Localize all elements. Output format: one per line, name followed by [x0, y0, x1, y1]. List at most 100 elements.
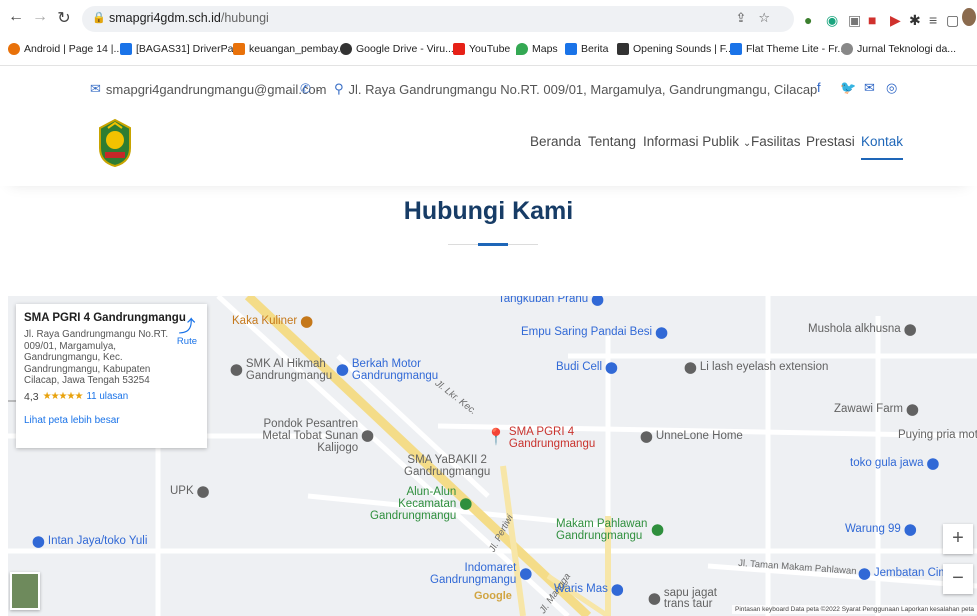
share-icon[interactable]: ⇪☆ [735, 10, 782, 26]
bookmark-favicon-icon [340, 43, 352, 55]
map-pin-icon: ⬤ [684, 362, 697, 374]
map-poi[interactable]: Pondok Pesantren Metal Tobat Sunan Kalij… [236, 418, 374, 454]
map-poi[interactable]: Puying pria motor [898, 429, 977, 441]
address-contact: ⚲ Jl. Raya Gandrungmangu No.RT. 009/01, M… [334, 81, 818, 97]
bookmark-item[interactable]: Jurnal Teknologi da... [841, 43, 956, 55]
reviews-link[interactable]: 11 ulasan [86, 391, 128, 402]
map-poi[interactable]: ⬤ Li lash eyelash extension [684, 360, 828, 374]
school-logo[interactable] [90, 118, 140, 168]
reading-list-icon[interactable]: ≡ [929, 12, 937, 28]
map-pin-icon: ⬤ [648, 592, 661, 605]
route-button[interactable]: ⤴ Rute [176, 318, 197, 348]
lock-icon: 🔒 [92, 12, 106, 24]
nav-tentang[interactable]: Tentang [588, 134, 636, 149]
map-poi[interactable]: Alun-Alun Kecamatan Gandrungmangu ⬤ [370, 486, 473, 522]
place-address: Jl. Raya Gandrungmangu No.RT. 009/01, Ma… [24, 329, 169, 386]
map-poi[interactable]: Indomaret Gandrungmangu ⬤ [430, 562, 532, 586]
title-divider-accent [478, 243, 508, 246]
bookmark-item[interactable]: YouTube [453, 43, 510, 55]
twitter-icon[interactable]: 🐦 [840, 80, 856, 96]
nav-beranda[interactable]: Beranda [530, 134, 581, 149]
map-poi[interactable]: SMA YaBAKII 2 Gandrungmangu [404, 454, 490, 478]
phone-contact[interactable]: ✆ - [300, 81, 320, 97]
map-poi[interactable]: ⬤ UnneLone Home [640, 429, 743, 443]
map-pin-icon: ⬤ [651, 524, 664, 536]
place-name: SMA PGRI 4 Gandrungmangu [24, 312, 186, 324]
reload-icon[interactable]: ↻ [54, 8, 74, 28]
extension-3-icon[interactable]: ▣ [848, 12, 861, 29]
map-poi[interactable]: Mushola alkhusna ⬤ [808, 322, 917, 336]
nav-informasi-publik-label: Informasi Publik [643, 134, 740, 149]
bookmark-favicon-icon [8, 43, 20, 55]
grammarly-icon[interactable]: ◉ [826, 12, 838, 29]
page-title: Hubungi Kami [403, 197, 574, 225]
map-pin-icon: ⬤ [459, 498, 473, 510]
map-pin-icon: ⬤ [610, 584, 624, 596]
bookmark-item[interactable]: Berita [565, 43, 608, 55]
nav-prestasi[interactable]: Prestasi [806, 134, 855, 149]
map-poi[interactable]: ⬤ Intan Jaya/toko Yuli [32, 534, 147, 548]
google-logo: Google [474, 590, 512, 602]
map-poi[interactable]: Budi Cell ⬤ [556, 360, 618, 374]
nav-fasilitas[interactable]: Fasilitas [751, 134, 801, 149]
instagram-icon[interactable]: ◎ [886, 80, 897, 96]
map-poi[interactable]: Tangkuban Prahu ⬤ [498, 296, 604, 306]
map-pin-icon: ⬤ [926, 458, 940, 470]
address-bar[interactable]: 🔒 smapgri4gdm.sch.id/hubungi ⇪☆ [82, 6, 794, 32]
map-info-card: SMA PGRI 4 Gandrungmangu Jl. Raya Gandru… [16, 304, 207, 448]
nav-kontak[interactable]: Kontak [861, 134, 904, 160]
bookmark-item[interactable]: [BAGAS31] DriverPa... [120, 43, 242, 55]
map-attribution[interactable]: Pintasan keyboard Data peta ©2022 Syarat… [732, 605, 977, 614]
map-poi[interactable]: ⬤ Berkah Motor Gandrungmangu [336, 358, 440, 382]
bookmark-favicon-icon [565, 43, 577, 55]
embedded-map[interactable]: Jl. Lkr. Kec. Jl. Pertiwi Jl. Mangga Jl.… [8, 296, 977, 616]
map-poi[interactable]: toko gula jawa ⬤ [850, 456, 939, 470]
map-poi[interactable]: Empu Saring Pandai Besi ⬤ [521, 325, 668, 339]
map-pin-icon: ⬤ [640, 431, 653, 443]
side-panel-icon[interactable]: ▢ [946, 12, 959, 29]
bookmark-item[interactable]: Opening Sounds | F... [617, 43, 734, 55]
email-contact[interactable]: ✉ smapgri4gandrungmangu@gmail.com [90, 81, 327, 97]
extension-1-icon[interactable]: ● [804, 12, 812, 28]
route-label: Rute [176, 336, 197, 347]
zoom-out-button[interactable]: − [943, 564, 973, 594]
chevron-down-icon: ⌄ [742, 138, 752, 149]
map-poi[interactable]: UPK ⬤ [170, 484, 210, 498]
facebook-icon[interactable]: f [817, 80, 821, 95]
map-poi[interactable]: Warung 99 ⬤ [845, 522, 917, 536]
extension-5-icon[interactable]: ▶ [890, 12, 901, 29]
bookmark-item[interactable]: Maps [516, 43, 558, 55]
bookmark-favicon-icon [841, 43, 853, 55]
envelope-icon: ✉ [90, 81, 101, 96]
map-pin-icon: ⬤ [519, 568, 533, 580]
bookmark-item[interactable]: Google Drive - Viru... [340, 43, 454, 55]
nav-informasi-publik[interactable]: Informasi Publik ⌄ [643, 134, 751, 149]
map-poi[interactable]: ⬤ sapu jagat trans taur [648, 587, 732, 610]
extensions-puzzle-icon[interactable]: ✱ [909, 12, 921, 29]
map-poi[interactable]: ⬤ SMK Al Hikmah Gandrungmangu [230, 358, 332, 382]
map-pin-icon: ⬤ [336, 364, 349, 376]
map-poi[interactable]: Zawawi Farm ⬤ [834, 402, 919, 416]
map-poi[interactable]: Kaka Kuliner ⬤ [232, 314, 313, 328]
map-selected-pin[interactable]: 📍 SMA PGRI 4 Gandrungmangu [486, 426, 595, 450]
map-poi[interactable]: Waris Mas ⬤ [554, 582, 624, 596]
bookmark-item[interactable]: keuangan_pembay... [233, 43, 346, 55]
browser-nav-row: ← → ↻ 🔒 smapgri4gdm.sch.id/hubungi ⇪☆ ● … [0, 4, 977, 34]
bookmark-item[interactable]: Android | Page 14 |... [8, 43, 122, 55]
view-larger-map-link[interactable]: Lihat peta lebih besar [24, 415, 199, 426]
map-pin-icon: ⬤ [591, 296, 605, 306]
map-pin-icon: ⬤ [605, 362, 618, 374]
bookmark-favicon-icon [617, 43, 629, 55]
profile-avatar[interactable] [962, 8, 976, 26]
map-poi[interactable]: Makam Pahlawan Gandrungmangu ⬤ [556, 518, 664, 542]
map-pin-icon: ⬤ [361, 430, 374, 442]
forward-arrow-icon[interactable]: → [30, 8, 50, 26]
zoom-in-button[interactable]: + [943, 524, 973, 554]
rating-value: 4,3 [24, 390, 39, 403]
maps-icon [516, 43, 528, 55]
back-arrow-icon[interactable]: ← [6, 8, 26, 26]
mail-icon[interactable]: ✉ [864, 80, 875, 96]
bookmark-item[interactable]: Flat Theme Lite - Fr... [730, 43, 846, 55]
extension-4-icon[interactable]: ■ [868, 12, 876, 28]
satellite-layer-toggle[interactable] [10, 572, 40, 610]
